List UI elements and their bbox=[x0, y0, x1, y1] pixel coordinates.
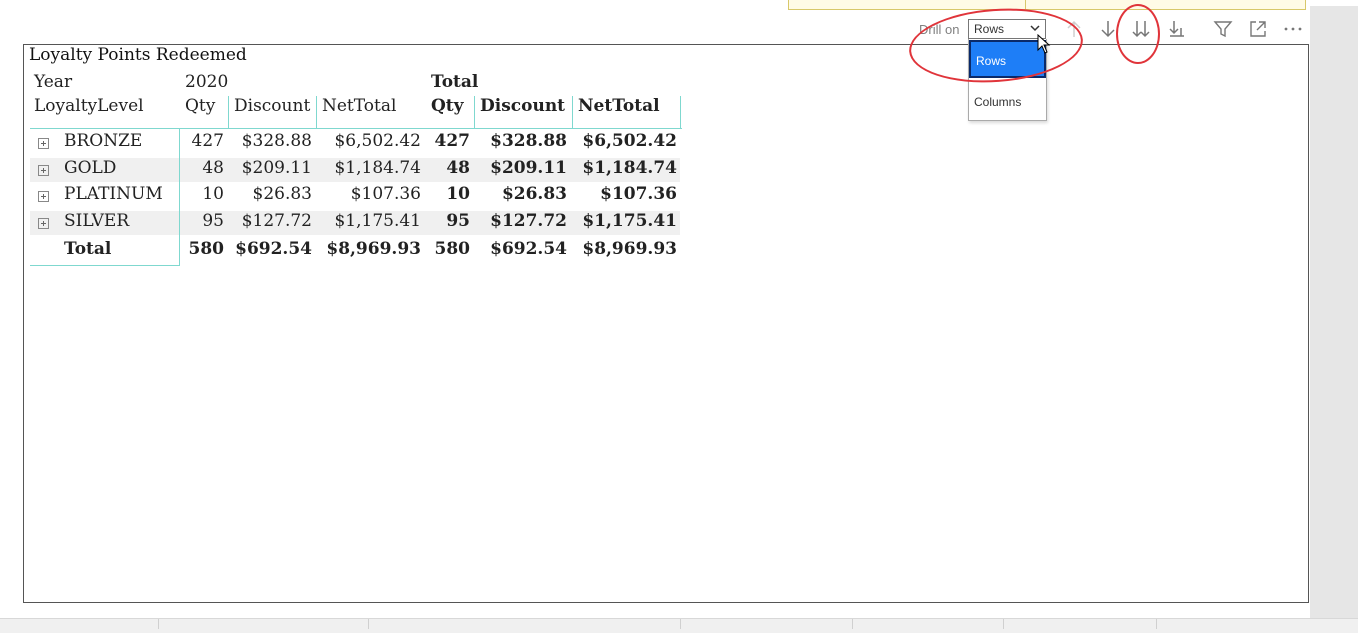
canvas-margin bbox=[1310, 6, 1358, 618]
more-options-icon[interactable] bbox=[1282, 18, 1304, 40]
drill-on-dropdown: Rows Columns bbox=[968, 39, 1047, 121]
column-divider bbox=[572, 96, 573, 128]
expand-row-icon[interactable] bbox=[38, 165, 49, 176]
column-divider bbox=[316, 96, 317, 128]
row-header-bronze[interactable]: BRONZE bbox=[64, 131, 142, 151]
drill-option-columns[interactable]: Columns bbox=[969, 81, 1046, 119]
table-cell: $1,184.74 bbox=[334, 158, 421, 178]
chevron-down-icon bbox=[1030, 25, 1040, 32]
table-cell: 95 bbox=[446, 211, 470, 231]
table-cell: $209.11 bbox=[241, 158, 312, 178]
table-cell: 48 bbox=[446, 158, 470, 178]
total-cell: 580 bbox=[434, 239, 471, 259]
table-cell: 95 bbox=[202, 211, 224, 231]
drill-down-icon[interactable] bbox=[1097, 18, 1119, 40]
table-cell: $6,502.42 bbox=[334, 131, 421, 151]
page-tabs-strip bbox=[0, 618, 1358, 633]
column-divider bbox=[228, 96, 229, 128]
column-header[interactable]: Discount bbox=[480, 96, 565, 116]
table-cell: 427 bbox=[434, 131, 471, 151]
total-cell: $8,969.93 bbox=[326, 239, 421, 259]
column-header[interactable]: Discount bbox=[234, 96, 310, 116]
total-row-underline bbox=[30, 265, 180, 266]
header-underline bbox=[30, 128, 682, 129]
total-cell: $692.54 bbox=[490, 239, 567, 259]
table-cell: $26.83 bbox=[501, 184, 567, 204]
table-cell: 48 bbox=[202, 158, 224, 178]
total-cell: $692.54 bbox=[235, 239, 312, 259]
column-divider bbox=[680, 96, 681, 128]
table-cell: $26.83 bbox=[252, 184, 312, 204]
loyaltylevel-header[interactable]: LoyaltyLevel bbox=[34, 96, 144, 116]
table-cell: $127.72 bbox=[490, 211, 567, 231]
visual-title: Loyalty Points Redeemed bbox=[29, 45, 247, 65]
column-header[interactable]: NetTotal bbox=[322, 96, 396, 116]
table-cell: $107.36 bbox=[600, 184, 677, 204]
table-cell: $328.88 bbox=[490, 131, 567, 151]
drill-up-icon[interactable] bbox=[1063, 18, 1085, 40]
table-cell: $209.11 bbox=[490, 158, 567, 178]
focus-mode-icon[interactable] bbox=[1247, 18, 1269, 40]
total-cell: 580 bbox=[188, 239, 225, 259]
row-header-platinum[interactable]: PLATINUM bbox=[64, 184, 163, 204]
row-header-silver[interactable]: SILVER bbox=[64, 211, 129, 231]
table-cell: 427 bbox=[191, 131, 224, 151]
column-divider bbox=[474, 96, 475, 128]
drill-on-selected-value: Rows bbox=[974, 22, 1005, 36]
table-cell: $6,502.42 bbox=[582, 131, 677, 151]
year-2020-header[interactable]: 2020 bbox=[185, 72, 228, 92]
year-header-label: Year bbox=[34, 72, 73, 92]
table-cell: 10 bbox=[202, 184, 224, 204]
table-cell: $1,175.41 bbox=[582, 211, 677, 231]
column-header[interactable]: Qty bbox=[431, 96, 464, 116]
table-cell: 10 bbox=[446, 184, 470, 204]
total-row-label: Total bbox=[64, 239, 112, 259]
drill-on-select[interactable]: Rows bbox=[968, 19, 1046, 39]
column-header[interactable]: Qty bbox=[185, 96, 215, 116]
table-cell: $127.72 bbox=[241, 211, 312, 231]
filter-icon[interactable] bbox=[1212, 18, 1234, 40]
mouse-cursor-icon bbox=[1037, 34, 1051, 54]
table-cell: $1,184.74 bbox=[582, 158, 677, 178]
total-column-header: Total bbox=[431, 72, 479, 92]
expand-row-icon[interactable] bbox=[38, 191, 49, 202]
drill-option-rows[interactable]: Rows bbox=[969, 40, 1046, 78]
expand-row-icon[interactable] bbox=[38, 138, 49, 149]
column-header[interactable]: NetTotal bbox=[578, 96, 660, 116]
expand-all-icon[interactable] bbox=[1166, 18, 1188, 40]
row-header-gold[interactable]: GOLD bbox=[64, 158, 116, 178]
drill-on-label: Drill on bbox=[919, 22, 960, 37]
expand-next-level-icon[interactable] bbox=[1130, 18, 1152, 40]
expand-row-icon[interactable] bbox=[38, 218, 49, 229]
table-cell: $328.88 bbox=[241, 131, 312, 151]
table-cell: $1,175.41 bbox=[334, 211, 421, 231]
total-cell: $8,969.93 bbox=[582, 239, 677, 259]
row-header-divider bbox=[179, 128, 180, 266]
table-cell: $107.36 bbox=[350, 184, 421, 204]
adjacent-visual-edge bbox=[788, 0, 1306, 10]
